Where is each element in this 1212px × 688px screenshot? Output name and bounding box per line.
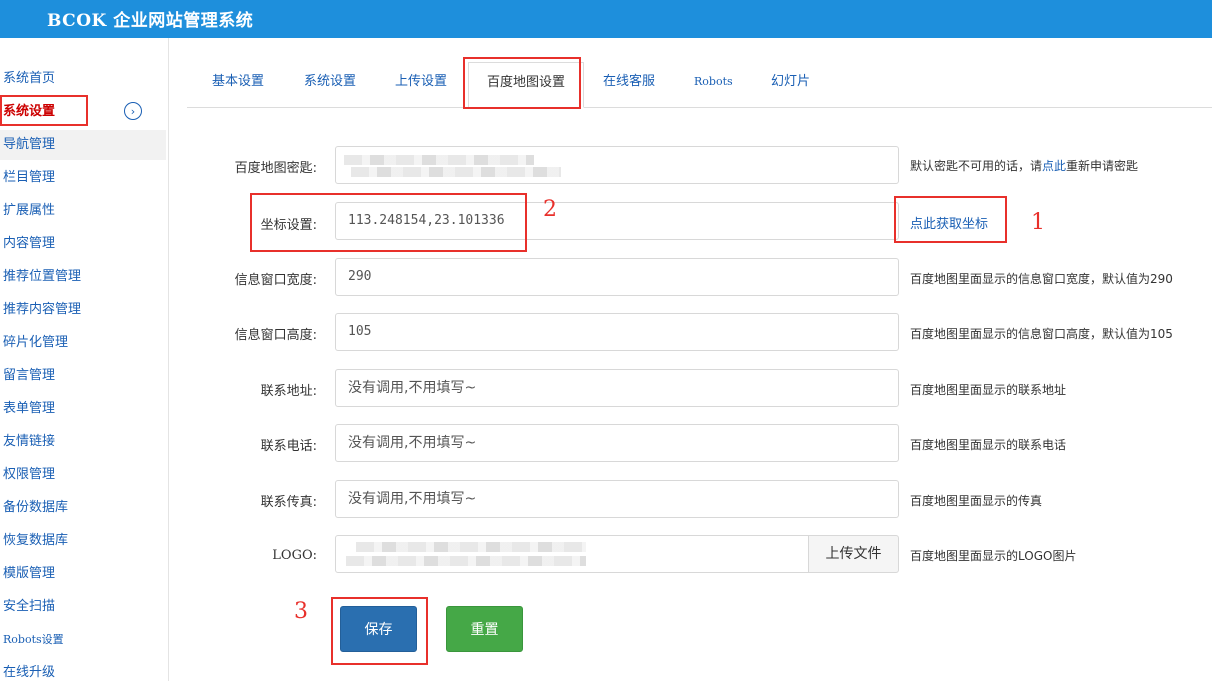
annotation-number-1: 1 (1031, 210, 1045, 235)
annotation-number-2: 2 (543, 197, 557, 222)
phone-hint: 百度地图里面显示的联系电话 (910, 438, 1067, 452)
sidebar-item-recommend-content[interactable]: 推荐内容管理 (0, 295, 166, 325)
info-window-height-input[interactable]: 105 (335, 313, 899, 351)
info-window-height-hint: 百度地图里面显示的信息窗口高度，默认值为105 (910, 327, 1173, 341)
hint-text: 重新申请密匙 (1066, 159, 1139, 173)
redacted-area (346, 556, 586, 566)
sidebar-item-home[interactable]: 系统首页 (0, 64, 166, 94)
sidebar-item-ext-attributes[interactable]: 扩展属性 (0, 196, 166, 226)
phone-input[interactable]: 没有调用,不用填写~ (335, 424, 899, 462)
sidebar-item-forms[interactable]: 表单管理 (0, 394, 166, 424)
annotation-number-3: 3 (294, 599, 308, 624)
logo-hint: 百度地图里面显示的LOGO图片 (910, 549, 1077, 563)
sidebar-item-columns[interactable]: 栏目管理 (0, 163, 166, 193)
label-fax: 联系传真: (260, 495, 317, 510)
map-key-hint: 默认密匙不可用的话，请点此重新申请密匙 (910, 157, 1138, 174)
fax-hint: 百度地图里面显示的传真 (910, 494, 1043, 508)
redacted-area (351, 167, 561, 177)
reapply-key-link[interactable]: 点此 (1042, 159, 1066, 173)
upload-file-button[interactable]: 上传文件 (808, 535, 899, 573)
sidebar-item-permissions[interactable]: 权限管理 (0, 460, 166, 490)
sidebar-item-messages[interactable]: 留言管理 (0, 361, 166, 391)
tab-upload-settings[interactable]: 上传设置 (395, 62, 447, 107)
hint-text: 默认密匙不可用的话，请 (910, 159, 1043, 173)
coordinates-input[interactable]: 113.248154,23.101336 (335, 202, 899, 240)
top-bar: BCOK 企业网站管理系统 (0, 0, 1212, 38)
sidebar-item-fragments[interactable]: 碎片化管理 (0, 328, 166, 358)
label-info-window-width: 信息窗口宽度: (234, 273, 317, 288)
get-coordinates-link[interactable]: 点此获取坐标 (910, 213, 988, 232)
tab-system-settings[interactable]: 系统设置 (304, 62, 356, 107)
fax-input[interactable]: 没有调用,不用填写~ (335, 480, 899, 518)
info-window-width-hint: 百度地图里面显示的信息窗口宽度，默认值为290 (910, 272, 1173, 286)
save-button[interactable]: 保存 (340, 606, 417, 652)
redacted-area (344, 155, 534, 165)
sidebar-item-recommend-position[interactable]: 推荐位置管理 (0, 262, 166, 292)
label-map-key: 百度地图密匙: (234, 161, 317, 176)
logo-path-input[interactable] (335, 535, 809, 573)
sidebar-item-restore-db[interactable]: 恢复数据库 (0, 526, 166, 556)
label-coordinates: 坐标设置: (260, 218, 317, 233)
tab-bar: 基本设置 系统设置 上传设置 百度地图设置 在线客服 Robots 幻灯片 (187, 62, 1212, 108)
info-window-width-input[interactable]: 290 (335, 258, 899, 296)
sidebar-item-navigation[interactable]: 导航管理 (0, 130, 166, 160)
address-input[interactable]: 没有调用,不用填写~ (335, 369, 899, 407)
address-hint: 百度地图里面显示的联系地址 (910, 383, 1067, 397)
tab-online-service[interactable]: 在线客服 (603, 62, 655, 107)
tab-slideshow[interactable]: 幻灯片 (771, 62, 810, 107)
chevron-right-icon[interactable]: › (124, 102, 142, 120)
label-address: 联系地址: (260, 384, 317, 399)
reset-button[interactable]: 重置 (446, 606, 523, 652)
sidebar-item-links[interactable]: 友情链接 (0, 427, 166, 457)
label-info-window-height: 信息窗口高度: (234, 328, 317, 343)
sidebar-item-content[interactable]: 内容管理 (0, 229, 166, 259)
sidebar-item-security-scan[interactable]: 安全扫描 (0, 592, 166, 622)
redacted-area (356, 542, 586, 552)
tab-baidu-map-settings[interactable]: 百度地图设置 (468, 62, 585, 108)
app-title: BCOK 企业网站管理系统 (47, 11, 254, 31)
map-key-input[interactable] (335, 146, 899, 184)
sidebar-item-robots[interactable]: Robots设置 (0, 625, 166, 655)
tab-robots[interactable]: Robots (694, 62, 733, 107)
sidebar: 系统首页 系统设置 导航管理 栏目管理 扩展属性 内容管理 推荐位置管理 推荐内… (0, 38, 169, 681)
sidebar-item-templates[interactable]: 模版管理 (0, 559, 166, 589)
sidebar-item-backup-db[interactable]: 备份数据库 (0, 493, 166, 523)
label-logo: LOGO: (272, 548, 317, 563)
tab-basic-settings[interactable]: 基本设置 (212, 62, 264, 107)
label-phone: 联系电话: (260, 439, 317, 454)
sidebar-item-upgrade[interactable]: 在线升级 (0, 658, 166, 688)
